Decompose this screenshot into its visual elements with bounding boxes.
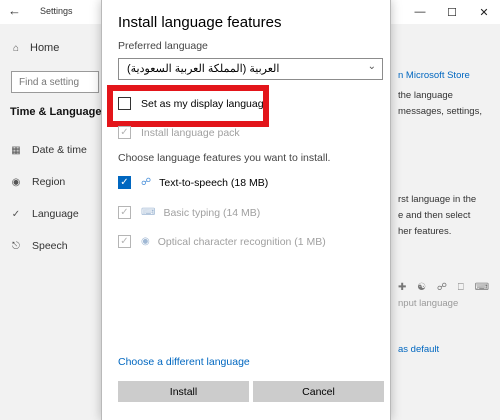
sidebar-item-speech[interactable]: ⎋ Speech (10, 240, 68, 252)
preferred-language-select[interactable]: العربية (المملكة العربية السعودية) ⌄ (118, 58, 383, 80)
cancel-button[interactable]: Cancel (253, 381, 384, 402)
basic-typing-label: Basic typing (14 MB) (163, 206, 261, 219)
settings-sidebar: ⌂ Home Find a setting Time & Language ▦ … (0, 24, 102, 420)
find-setting-input[interactable]: Find a setting (11, 71, 99, 93)
sidebar-item-label: Date & time (32, 144, 87, 156)
choose-features-label: Choose language features you want to ins… (118, 152, 331, 164)
preferred-language-value: العربية (المملكة العربية السعودية) (127, 63, 280, 75)
microsoft-store-link[interactable]: n Microsoft Store (398, 68, 470, 84)
calendar-icon: ▦ (11, 144, 21, 156)
ocr-icon: ◉ (141, 236, 150, 247)
language-option-icons: ✚ ☯ ☍ ⎕ ⌨ (398, 282, 494, 293)
feature-ocr: ✓ ◉ Optical character recognition (1 MB) (118, 235, 326, 248)
settings-content: n Microsoft Store the language messages,… (392, 24, 500, 420)
preferred-language-label: Preferred language (118, 40, 208, 52)
ocr-checkbox: ✓ (118, 235, 131, 248)
highlight-box (107, 85, 269, 127)
set-default-link[interactable]: as default (398, 342, 439, 358)
sidebar-item-label: Region (32, 176, 66, 188)
section-title: Time & Language (10, 106, 102, 118)
content-text: rst language in the (398, 194, 477, 205)
dialog-title: Install language features (118, 14, 282, 31)
home-icon: ⌂ (12, 42, 20, 54)
globe-icon: ◉ (11, 176, 21, 188)
basic-typing-checkbox: ✓ (118, 206, 131, 219)
back-arrow-icon[interactable]: ← (8, 3, 21, 18)
nav-home-label: Home (30, 42, 60, 54)
language-icon: ✓ (11, 208, 21, 220)
input-language-text: nput language (398, 298, 459, 309)
window-controls: — ☐ ✕ (404, 0, 500, 24)
sidebar-item-label: Language (32, 208, 79, 220)
feature-basic-typing: ✓ ⌨ Basic typing (14 MB) (118, 206, 260, 219)
feature-text-to-speech[interactable]: ✓ ☍ Text-to-speech (18 MB) (118, 176, 268, 189)
nav-home[interactable]: ⌂ Home (10, 42, 59, 54)
maximize-button[interactable]: ☐ (436, 0, 468, 24)
sidebar-item-date-time[interactable]: ▦ Date & time (10, 144, 87, 156)
install-language-dialog: Install language features Preferred lang… (101, 0, 391, 420)
settings-title: Settings (40, 6, 73, 16)
sidebar-item-language[interactable]: ✓ Language (10, 208, 79, 220)
sidebar-item-region[interactable]: ◉ Region (10, 176, 66, 188)
content-text: e and then select (398, 210, 471, 221)
keyboard-icon: ⌨ (141, 207, 156, 218)
minimize-button[interactable]: — (404, 0, 436, 24)
text-to-speech-checkbox[interactable]: ✓ (118, 176, 131, 189)
microphone-icon: ⎋ (12, 240, 20, 252)
install-button[interactable]: Install (118, 381, 249, 402)
chevron-down-icon: ⌄ (367, 61, 376, 72)
sidebar-item-label: Speech (32, 240, 68, 252)
install-pack-label: Install language pack (141, 126, 240, 139)
install-pack-checkbox: ✓ (118, 126, 131, 139)
choose-different-language-link[interactable]: Choose a different language (118, 356, 250, 368)
speech-icon: ☍ (141, 177, 152, 188)
install-pack-option: ✓ Install language pack (118, 126, 240, 139)
content-text: the language (398, 90, 453, 101)
text-to-speech-label: Text-to-speech (18 MB) (159, 176, 269, 189)
ocr-label: Optical character recognition (1 MB) (157, 235, 326, 248)
content-text: messages, settings, (398, 106, 482, 117)
close-button[interactable]: ✕ (468, 0, 500, 24)
content-text: her features. (398, 226, 452, 237)
